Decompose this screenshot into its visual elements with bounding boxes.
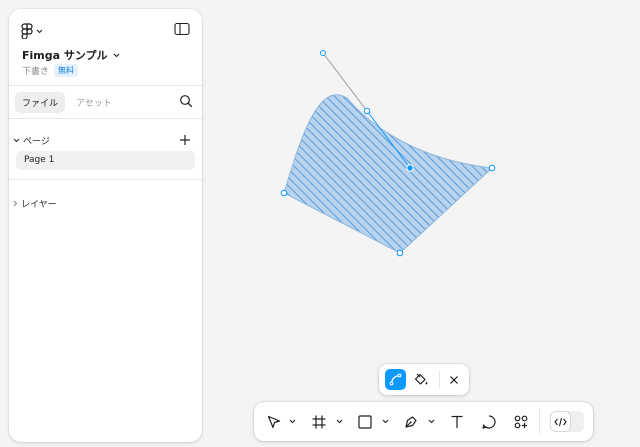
bend-path-icon xyxy=(389,373,402,386)
code-icon xyxy=(554,417,567,426)
exit-edit-button[interactable] xyxy=(443,369,464,390)
vector-edit-toolbar xyxy=(379,364,469,395)
dev-mode-toggle[interactable] xyxy=(550,411,584,432)
vertex-point[interactable] xyxy=(396,249,404,257)
frame-tool-button[interactable] xyxy=(309,412,329,432)
frame-icon xyxy=(312,415,326,429)
chevron-down-icon[interactable] xyxy=(428,419,435,424)
pen-icon xyxy=(405,416,417,428)
comment-icon xyxy=(482,415,496,429)
text-tool-button[interactable] xyxy=(447,412,467,432)
actions-tool-button[interactable] xyxy=(511,412,531,432)
close-icon xyxy=(449,375,458,384)
chevron-down-icon[interactable] xyxy=(336,419,343,424)
separator xyxy=(439,370,440,389)
rectangle-icon xyxy=(358,415,372,429)
vertex-point-selected[interactable] xyxy=(406,164,414,172)
bend-tool-button[interactable] xyxy=(385,369,406,390)
vertex-point[interactable] xyxy=(488,164,496,172)
vertex-point[interactable] xyxy=(363,107,371,115)
bezier-handle-point[interactable] xyxy=(320,50,326,56)
pen-tool-button[interactable] xyxy=(401,412,421,432)
separator xyxy=(539,408,540,435)
bottom-toolbar xyxy=(254,402,593,441)
canvas[interactable] xyxy=(0,0,640,447)
comment-tool-button[interactable] xyxy=(479,412,499,432)
actions-icon xyxy=(514,415,528,429)
chevron-down-icon[interactable] xyxy=(382,419,389,424)
move-tool-button[interactable] xyxy=(264,412,284,432)
vector-shape[interactable] xyxy=(283,94,494,254)
dev-mode-knob xyxy=(551,412,570,431)
text-icon xyxy=(451,415,463,428)
move-icon xyxy=(267,415,281,429)
chevron-down-icon[interactable] xyxy=(289,419,296,424)
paint-bucket-button[interactable] xyxy=(411,369,432,390)
rectangle-tool-button[interactable] xyxy=(355,412,375,432)
paint-bucket-icon xyxy=(414,373,428,385)
vertex-point[interactable] xyxy=(280,189,288,197)
